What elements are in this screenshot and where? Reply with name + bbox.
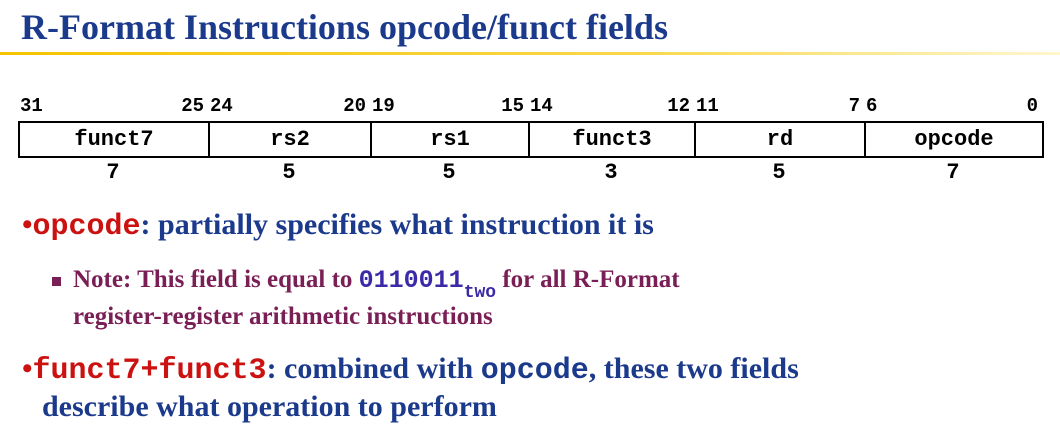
bullet2-line-2: describe what operation to perform <box>42 390 497 423</box>
bit-hi: 11 <box>696 95 719 117</box>
bit-range-rs1: 19 15 <box>370 95 528 117</box>
width-rs1: 5 <box>442 160 456 185</box>
bit-range-rd: 11 7 <box>694 95 864 117</box>
bullet2-text-mid: : combined with <box>266 352 481 385</box>
bit-lo: 25 <box>181 95 204 117</box>
bullet-text: : partially specifies what instruction i… <box>140 208 654 241</box>
bullet-funct: •funct7+funct3: combined with opcode, th… <box>22 351 799 425</box>
title-underline <box>0 52 1060 55</box>
width-funct3: 3 <box>604 160 618 185</box>
bit-position-row: 31 25 24 20 19 15 14 12 11 7 6 0 <box>18 95 1042 117</box>
bit-lo: 12 <box>667 95 690 117</box>
code-binary-value: 0110011 <box>358 266 464 295</box>
bit-hi: 6 <box>866 95 878 117</box>
field-width-row: 7 5 5 3 5 7 <box>18 160 1044 188</box>
field-rs2: rs2 <box>210 123 372 156</box>
bit-range-funct7: 31 25 <box>18 95 208 117</box>
width-rd: 5 <box>772 160 786 185</box>
field-opcode: opcode <box>914 127 994 152</box>
field-funct7: funct7 <box>20 123 210 156</box>
bullet2-text-end: , these two fields <box>588 352 799 385</box>
width-funct7: 7 <box>106 160 120 185</box>
note-line-2: register-register arithmetic instruction… <box>73 303 493 330</box>
instruction-format-box: funct7 rs2 rs1 funct3 rd opcode <box>18 121 1044 158</box>
bit-lo: 20 <box>343 95 366 117</box>
bullet2-line-1: •funct7+funct3: combined with opcode, th… <box>22 351 799 389</box>
bit-hi: 24 <box>210 95 233 117</box>
bit-lo: 0 <box>1026 95 1038 117</box>
note-line-1: Note: This field is equal to 0110011two … <box>73 266 680 305</box>
note-text-before: Note: This field is equal to <box>73 266 359 293</box>
code-funct7-funct3: funct7+funct3 <box>32 354 267 388</box>
field-funct3: funct3 <box>530 123 696 156</box>
slide-title: R-Format Instructions opcode/funct field… <box>21 7 668 47</box>
bullet-marker: • <box>22 208 33 241</box>
field-rs1: rs1 <box>372 123 530 156</box>
bit-range-rs2: 24 20 <box>208 95 370 117</box>
code-opcode-inline: opcode <box>480 354 589 388</box>
bit-lo: 15 <box>501 95 524 117</box>
width-opcode: 7 <box>946 160 960 185</box>
square-bullet-icon <box>52 277 61 286</box>
code-opcode: opcode <box>32 210 141 244</box>
field-rd: rd <box>696 123 866 156</box>
bit-hi: 19 <box>372 95 395 117</box>
bullet-opcode: •opcode: partially specifies what instru… <box>22 208 654 244</box>
width-rs2: 5 <box>282 160 296 185</box>
bullet-marker: • <box>22 352 33 385</box>
bit-hi: 31 <box>20 95 43 117</box>
bit-lo: 7 <box>848 95 860 117</box>
sub-bullet-note: Note: This field is equal to 0110011two … <box>52 266 680 330</box>
subscript-two: two <box>463 283 497 303</box>
bit-range-opcode: 6 0 <box>864 95 1042 117</box>
note-text-after: for all R-Format <box>496 266 680 293</box>
bit-hi: 14 <box>530 95 553 117</box>
bit-range-funct3: 14 12 <box>528 95 694 117</box>
